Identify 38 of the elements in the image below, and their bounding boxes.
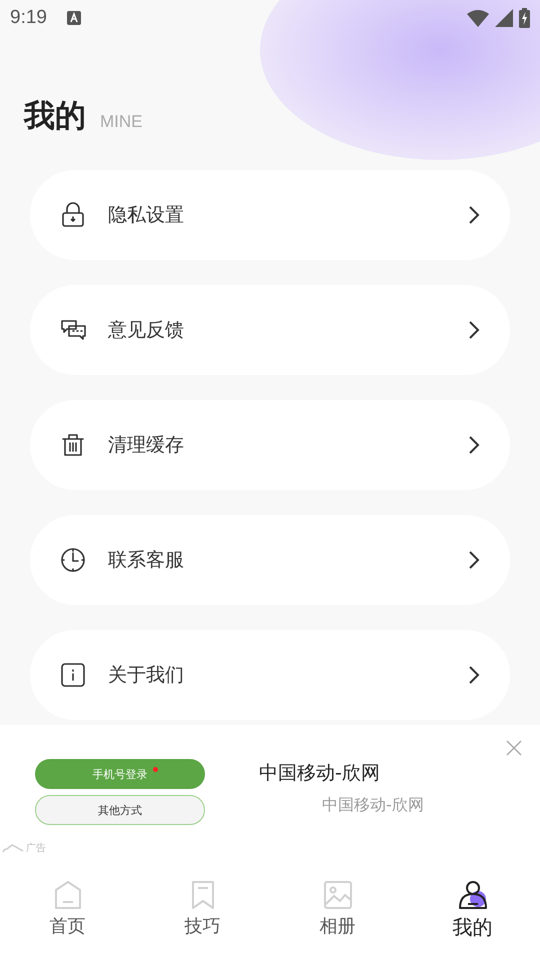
tab-label: 我的	[452, 914, 492, 941]
tab[interactable]: 首页	[0, 865, 135, 960]
page-subtitle: MINE	[100, 111, 142, 133]
tab[interactable]: 相册	[270, 865, 405, 960]
image-icon	[322, 880, 352, 910]
home-icon	[52, 880, 82, 910]
tab-label: 技巧	[184, 915, 220, 938]
battery-icon	[519, 8, 530, 28]
ad-label: 广告	[26, 842, 46, 855]
tab[interactable]: 技巧	[135, 865, 270, 960]
chevron-right-icon	[468, 665, 480, 685]
menu-item[interactable]: 关于我们	[30, 630, 510, 720]
tab[interactable]: 我的	[405, 865, 540, 960]
menu-item[interactable]: 隐私设置	[30, 170, 510, 260]
tab-label: 首页	[50, 915, 86, 938]
wifi-icon	[467, 9, 489, 27]
menu-item[interactable]: 清理缓存	[30, 400, 510, 490]
trash-icon	[60, 432, 86, 458]
ad-subtitle: 中国移动-欣网	[322, 795, 424, 816]
chevron-right-icon	[468, 550, 480, 570]
person-icon	[458, 880, 488, 910]
chevron-right-icon	[468, 205, 480, 225]
page-title: 我的	[24, 97, 86, 136]
info-icon	[60, 662, 86, 688]
ad-logo-icon	[2, 843, 24, 853]
lock-icon	[60, 202, 86, 228]
close-icon[interactable]	[506, 740, 522, 756]
clock-icon	[60, 547, 86, 573]
ad-title: 中国移动-欣网	[259, 761, 381, 786]
menu-item[interactable]: 联系客服	[30, 515, 510, 605]
other-method-button[interactable]: 其他方式	[35, 795, 205, 825]
chevron-right-icon	[468, 435, 480, 455]
status-time: 9:19	[10, 7, 47, 29]
signal-icon	[495, 9, 513, 27]
chevron-right-icon	[468, 320, 480, 340]
menu-item[interactable]: 意见反馈	[30, 285, 510, 375]
tab-label: 相册	[320, 915, 356, 938]
keyboard-notification-icon	[66, 11, 81, 25]
